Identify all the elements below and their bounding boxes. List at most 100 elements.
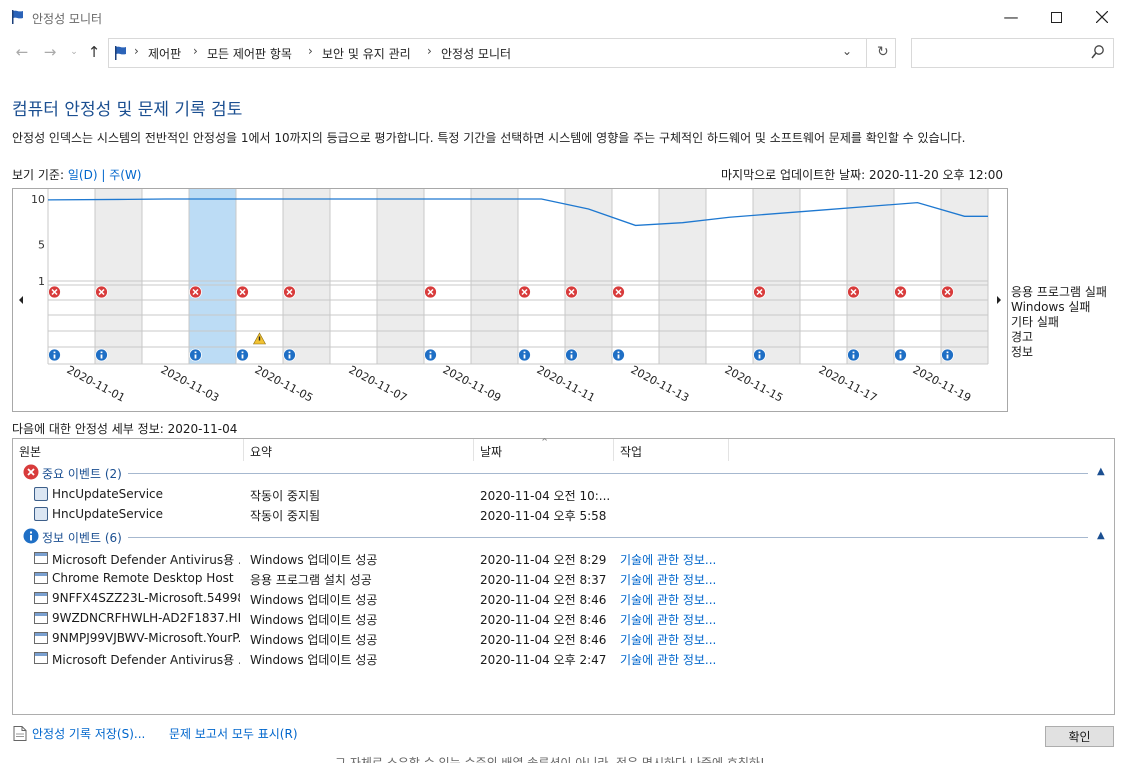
info-icon-mark — [617, 354, 620, 359]
view-separator: | — [101, 168, 106, 182]
x-tick-label: 2020-11-09 — [441, 363, 504, 404]
info-icon-dot — [570, 351, 573, 354]
day-column-11-04[interactable] — [189, 189, 236, 364]
title-bar: 안정성 모니터 — — [0, 0, 1125, 34]
chevron-down-icon: ⌄ — [70, 47, 78, 57]
info-icon-dot — [617, 351, 620, 354]
table-row[interactable]: HncUpdateService 작동이 중지됨 2020-11-04 오후 5… — [13, 504, 1113, 524]
info-icon-dot — [852, 351, 855, 354]
technical-details-link[interactable]: 기술에 관한 정보... — [620, 571, 730, 588]
row-source: Microsoft Defender Antivirus용 ... — [52, 553, 240, 567]
y-tick-label: 10 — [31, 193, 45, 206]
page-description: 안정성 인덱스는 시스템의 전반적인 안정성을 1에서 10까지의 등급으로 평… — [12, 131, 966, 145]
table-row[interactable]: Chrome Remote Desktop Host 응용 프로그램 설치 성공… — [13, 568, 1113, 588]
sort-ascending-icon: ⌃ — [540, 436, 550, 449]
info-icon-dot — [946, 351, 949, 354]
info-icon-dot — [429, 351, 432, 354]
close-icon — [1096, 11, 1108, 23]
chevron-down-icon: ⌄ — [842, 44, 853, 58]
column-header-source[interactable]: 원본 — [19, 443, 41, 460]
column-header-summary[interactable]: 요약 — [250, 443, 272, 460]
table-row[interactable]: 9NFFX4SZZ23L-Microsoft.54998.... Windows… — [13, 588, 1113, 608]
info-icon-mark — [946, 354, 949, 359]
scroll-left-icon[interactable] — [19, 296, 23, 304]
page-title: 컴퓨터 안정성 및 문제 기록 검토 — [12, 100, 243, 120]
x-tick-label: 2020-11-19 — [911, 363, 974, 404]
column-header-date[interactable]: 날짜 — [480, 443, 502, 460]
up-button[interactable]: ↑ — [84, 42, 104, 62]
chevron-right-icon: › — [427, 44, 432, 58]
view-by-day-link[interactable]: 일(D) — [68, 168, 98, 182]
technical-details-link[interactable]: 기술에 관한 정보... — [620, 631, 730, 648]
column-header-action[interactable]: 작업 — [620, 443, 642, 460]
collapse-critical-button[interactable]: ▲ — [1097, 466, 1105, 477]
chevron-up-icon: ▲ — [1097, 530, 1105, 541]
save-history-link[interactable]: 안정성 기록 저장(S)... — [32, 725, 145, 742]
chart-legend: 응용 프로그램 실패 Windows 실패 기타 실패 경고 정보 — [1011, 285, 1107, 360]
ok-button[interactable]: 확인 — [1045, 726, 1114, 747]
info-events-group-title[interactable]: 정보 이벤트 (6) — [42, 529, 122, 546]
address-dropdown-button[interactable]: ⌄ — [842, 44, 852, 58]
legend-information: 정보 — [1011, 345, 1034, 359]
breadcrumb-control-panel[interactable]: 제어판 — [148, 45, 181, 62]
row-summary: Windows 업데이트 성공 — [250, 633, 378, 647]
breadcrumb-reliability[interactable]: 안정성 모니터 — [441, 45, 511, 62]
view-all-reports-link[interactable]: 문제 보고서 모두 표시(R) — [169, 725, 298, 742]
arrow-left-icon: ← — [15, 43, 29, 61]
events-list[interactable]: 원본 요약 날짜 ⌃ 작업 중요 이벤트 (2) ▲ HncUpdateServ… — [12, 436, 1115, 715]
table-row[interactable]: 9NMPJ99VJBWV-Microsoft.YourP... Windows … — [13, 628, 1113, 648]
info-icon-mark — [429, 354, 432, 359]
view-by-week-link[interactable]: 주(W) — [109, 168, 141, 182]
breadcrumb-security[interactable]: 보안 및 유지 관리 — [322, 45, 411, 62]
critical-events-group-title[interactable]: 중요 이벤트 (2) — [42, 465, 122, 482]
info-icon-mark — [194, 354, 197, 359]
window-icon — [34, 632, 48, 644]
back-button[interactable]: ← — [12, 42, 32, 62]
table-row[interactable]: 9WZDNCRFHWLH-AD2F1837.HP.... Windows 업데이… — [13, 608, 1113, 628]
row-source: HncUpdateService — [52, 487, 164, 501]
arrow-up-icon: ↑ — [87, 43, 101, 61]
row-source: 9NMPJ99VJBWV-Microsoft.YourP... — [52, 631, 240, 645]
column-separator — [613, 439, 614, 461]
close-button[interactable] — [1079, 0, 1125, 34]
info-icon-mark — [852, 354, 855, 359]
breadcrumb-all-items[interactable]: 모든 제어판 항목 — [207, 45, 292, 62]
last-updated: 마지막으로 업데이트한 날짜: 2020-11-20 오후 12:00 — [721, 168, 1003, 182]
refresh-icon: ↻ — [877, 44, 889, 60]
row-source: 9WZDNCRFHWLH-AD2F1837.HP.... — [52, 611, 240, 625]
maximize-icon — [1050, 11, 1062, 23]
table-row[interactable]: Microsoft Defender Antivirus용 ... Window… — [13, 648, 1113, 668]
x-tick-label: 2020-11-11 — [535, 363, 598, 404]
table-row[interactable]: HncUpdateService 작동이 중지됨 2020-11-04 오전 1… — [13, 484, 1113, 504]
row-date: 2020-11-04 오전 10:... — [480, 489, 610, 503]
window-title: 안정성 모니터 — [32, 12, 103, 26]
reliability-chart[interactable]: 10 5 1 2020-11-01 2020-11-03 2020-11-05 2020-1… — [12, 188, 1008, 412]
minimize-icon: — — [1003, 8, 1019, 26]
legend-windows-failures: Windows 실패 — [1011, 300, 1091, 314]
technical-details-link[interactable]: 기술에 관한 정보... — [620, 611, 730, 628]
collapse-info-button[interactable]: ▲ — [1097, 530, 1105, 541]
day-column-11-18 — [847, 189, 894, 364]
search-input[interactable] — [911, 38, 1114, 68]
table-row[interactable]: Microsoft Defender Antivirus용 ... Window… — [13, 548, 1113, 568]
scroll-right-icon[interactable] — [997, 296, 1001, 304]
window-icon — [34, 612, 48, 624]
recent-locations-button[interactable]: ⌄ — [64, 42, 84, 62]
x-tick-label: 2020-11-17 — [817, 363, 880, 404]
technical-details-link[interactable]: 기술에 관한 정보... — [620, 651, 730, 668]
row-summary: 작동이 중지됨 — [250, 489, 321, 503]
info-icon-mark — [100, 354, 103, 359]
forward-button[interactable]: → — [40, 42, 60, 62]
minimize-button[interactable]: — — [988, 0, 1034, 34]
refresh-button[interactable]: ↻ — [877, 44, 889, 60]
column-separator — [243, 439, 244, 461]
technical-details-link[interactable]: 기술에 관한 정보... — [620, 551, 730, 568]
x-tick-label: 2020-11-13 — [629, 363, 692, 404]
row-summary: 응용 프로그램 설치 성공 — [250, 573, 372, 587]
address-bar[interactable]: › 제어판 › 모든 제어판 항목 › 보안 및 유지 관리 › 안정성 모니터… — [108, 38, 896, 68]
technical-details-link[interactable]: 기술에 관한 정보... — [620, 591, 730, 608]
day-column-11-06 — [283, 189, 330, 364]
row-date: 2020-11-04 오전 8:37 — [480, 573, 607, 587]
maximize-button[interactable] — [1033, 0, 1079, 34]
row-source: Microsoft Defender Antivirus용 ... — [52, 653, 240, 667]
